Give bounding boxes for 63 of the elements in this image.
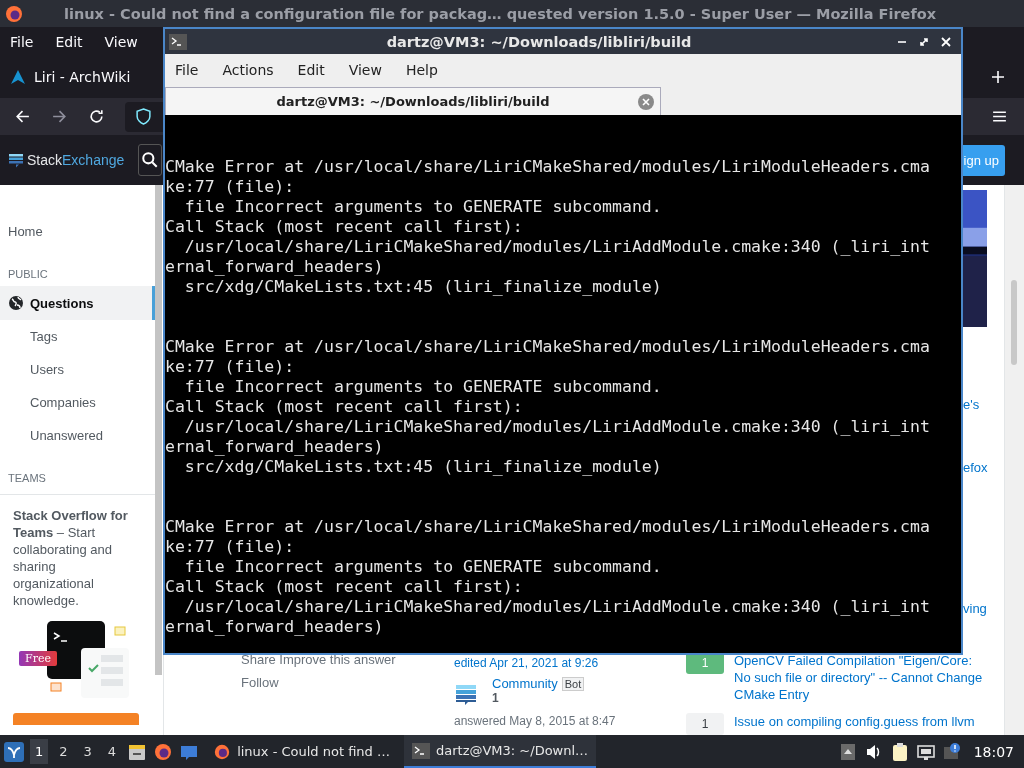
section-heading: TEAMS — [7, 471, 47, 486]
terminal-output-line: Call Stack (most recent call first): — [165, 397, 524, 417]
sidebar-item[interactable]: Unanswered — [0, 419, 155, 452]
sidebar-item[interactable]: Questions — [0, 286, 155, 320]
terminal-output-line: src/xdg/CMakeLists.txt:45 (liri_finalize_module) — [183, 457, 663, 477]
edited-timestamp-link[interactable]: edited Apr 21, 2021 at 9:26 — [454, 656, 686, 670]
menu-item[interactable]: View — [104, 33, 138, 50]
reputation-score: 1 — [492, 691, 499, 705]
menu-item[interactable]: Edit — [297, 61, 325, 78]
workspace-button[interactable]: 1 — [30, 739, 49, 764]
clock: 18:07 — [972, 743, 1015, 760]
site-logo[interactable]: StackExchange — [27, 152, 125, 168]
sidebar-item[interactable]: Companies — [0, 386, 155, 419]
sidebar-item[interactable]: Home — [0, 215, 155, 248]
window-title: dartz@VM3: ~/Downloads/libliri/build — [385, 33, 693, 50]
terminal-output-line: ernal_forward_headers) — [165, 437, 385, 457]
related-question-link[interactable]: OpenCV Failed Compilation "Eigen/Core: No such file or directory" -- Cannot Change CMake Entry — [734, 652, 989, 703]
terminal-output-line: Call Stack (most recent call first): — [165, 217, 524, 237]
menu-item[interactable]: Help — [405, 61, 438, 78]
question-link[interactable]: e's — [963, 397, 1004, 412]
terminal-output-line: file Incorrect arguments to GENERATE subcommand. — [183, 197, 663, 217]
user-name-link[interactable]: Community — [492, 676, 558, 691]
terminal-output-line: ernal_forward_headers) — [165, 617, 385, 637]
sidebar-item[interactable]: Tags — [0, 320, 155, 353]
terminal-output-line: ke:77 (file): — [165, 537, 296, 557]
terminal-output-line: /usr/local/share/LiriCMakeShared/modules/LiriAddModule.cmake:340 (_liri_int — [183, 417, 931, 437]
terminal-output-line: /usr/local/share/LiriCMakeShared/modules/LiriAddModule.cmake:340 (_liri_int — [183, 237, 931, 257]
terminal-output-line: CMake Error at /usr/local/share/LiriCMakeShared/modules/LiriModuleHeaders.cma — [165, 517, 931, 537]
taskbar-task[interactable]: linux - Could not find … — [205, 736, 398, 767]
post-menu-links[interactable]: Share Improve this answer — [241, 652, 454, 667]
terminal-tab[interactable]: dartz@VM3: ~/Downloads/libliri/build — [165, 87, 661, 115]
browser-tab[interactable]: Liri - ArchWiki — [10, 69, 131, 85]
bot-badge: Bot — [561, 676, 585, 691]
terminal-output-line: src/xdg/CMakeLists.txt:45 (liri_finalize_module) — [183, 277, 663, 297]
terminal-output-line: file Incorrect arguments to GENERATE subcommand. — [183, 557, 663, 577]
question-link[interactable]: ving — [963, 601, 1004, 616]
question-link[interactable]: efox — [963, 460, 1004, 475]
teams-description: Stack Overflow for Teams – Start collaborating and sharing organizational knowledge. — [13, 507, 129, 609]
related-question-link[interactable]: Issue on compiling config.guess from llvm — [734, 713, 989, 735]
answer-score-badge: 1 — [686, 713, 724, 735]
free-badge: Free — [19, 651, 57, 666]
follow-link[interactable]: Follow — [241, 675, 454, 690]
menu-item[interactable]: Actions — [222, 61, 274, 78]
terminal-output-line: file Incorrect arguments to GENERATE subcommand. — [183, 377, 663, 397]
answered-timestamp: answered May 8, 2015 at 8:47 — [454, 714, 617, 728]
workspace-button[interactable]: 4 — [102, 739, 122, 764]
taskbar-task[interactable]: dartz@VM3: ~/Downl… — [404, 735, 597, 768]
workspace-button[interactable]: 3 — [78, 739, 97, 764]
window-title: linux - Could not find a configuration file for packag… quested version 1.5.0 - Super User — Mozilla Firefox — [64, 5, 936, 22]
section-heading: PUBLIC — [7, 267, 49, 282]
terminal-output-line: ke:77 (file): — [165, 357, 296, 377]
terminal-output-line: /usr/local/share/LiriCMakeShared/modules/LiriAddModule.cmake:340 (_liri_int — [183, 597, 931, 617]
sidebar-item[interactable]: Users — [0, 353, 155, 386]
terminal-output-line: ernal_forward_headers) — [165, 257, 385, 277]
menu-item[interactable]: Edit — [55, 33, 83, 50]
menu-item[interactable]: File — [175, 61, 199, 78]
terminal-output-line: CMake Error at /usr/local/share/LiriCMakeShared/modules/LiriModuleHeaders.cma — [165, 337, 931, 357]
terminal-output-line: ke:77 (file): — [165, 177, 296, 197]
terminal-output-line: CMake Error at /usr/local/share/LiriCMakeShared/modules/LiriModuleHeaders.cma — [165, 157, 931, 177]
menu-item[interactable]: View — [348, 61, 382, 78]
terminal-output-line: Call Stack (most recent call first): — [165, 577, 524, 597]
menu-item[interactable]: File — [10, 33, 34, 50]
workspace-button[interactable]: 2 — [54, 739, 73, 764]
